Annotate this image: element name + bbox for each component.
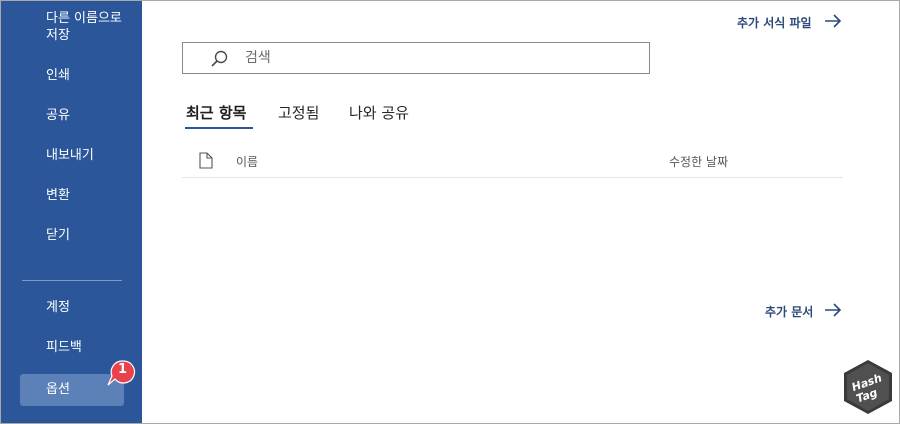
tab-recent[interactable]: 최근 항목 — [186, 102, 246, 123]
sidebar-item-feedback[interactable]: 피드백 — [20, 339, 124, 356]
more-documents-link[interactable]: 추가 문서 — [765, 303, 813, 320]
sidebar-item-save-as[interactable]: 다른 이름으로 저장 — [20, 10, 130, 44]
sidebar-item-label: 다른 이름으로 저장 — [46, 11, 122, 43]
sidebar-item-convert[interactable]: 변환 — [20, 187, 124, 204]
sidebar-divider — [22, 280, 122, 281]
sidebar-item-label: 닫기 — [46, 228, 70, 243]
sidebar-item-label: 내보내기 — [46, 148, 94, 163]
more-templates-link[interactable]: 추가 서식 파일 — [737, 14, 812, 31]
sidebar-item-label: 변환 — [46, 188, 70, 203]
column-header-name[interactable]: 이름 — [236, 153, 258, 170]
search-input[interactable] — [245, 48, 625, 68]
sidebar-item-print[interactable]: 인쇄 — [20, 67, 124, 84]
sidebar-item-label: 계정 — [46, 300, 70, 315]
backstage-window: 다른 이름으로 저장 인쇄 공유 내보내기 변환 닫기 계정 피드백 옵션 1 — [0, 0, 900, 424]
tab-label: 나와 공유 — [349, 104, 409, 122]
sidebar-item-label: 공유 — [46, 108, 70, 123]
tab-shared-with-me[interactable]: 나와 공유 — [349, 102, 409, 123]
tab-label: 고정됨 — [278, 104, 320, 122]
callout-number: 1 — [117, 362, 128, 377]
arrow-right-icon[interactable] — [824, 302, 842, 318]
sidebar-item-label: 인쇄 — [46, 68, 70, 83]
arrow-right-icon[interactable] — [824, 13, 842, 29]
sidebar-item-account[interactable]: 계정 — [20, 299, 124, 316]
tab-label: 최근 항목 — [186, 104, 247, 122]
search-box[interactable] — [182, 42, 650, 74]
sidebar-item-close[interactable]: 닫기 — [20, 227, 124, 244]
header-divider — [182, 177, 843, 178]
search-icon — [211, 50, 228, 67]
more-documents-label: 추가 문서 — [765, 305, 814, 319]
more-templates-label: 추가 서식 파일 — [737, 16, 812, 30]
sidebar-item-label: 피드백 — [46, 340, 82, 355]
file-type-icon[interactable] — [199, 152, 213, 169]
sidebar-item-export[interactable]: 내보내기 — [20, 147, 124, 164]
tab-pinned[interactable]: 고정됨 — [278, 102, 319, 123]
sidebar-item-label: 옵션 — [46, 382, 70, 397]
sidebar-item-share[interactable]: 공유 — [20, 107, 124, 124]
active-tab-indicator — [185, 127, 253, 129]
column-header-modified[interactable]: 수정한 날짜 — [669, 153, 728, 170]
hashtag-logo-icon: Hash Tag — [844, 360, 892, 414]
